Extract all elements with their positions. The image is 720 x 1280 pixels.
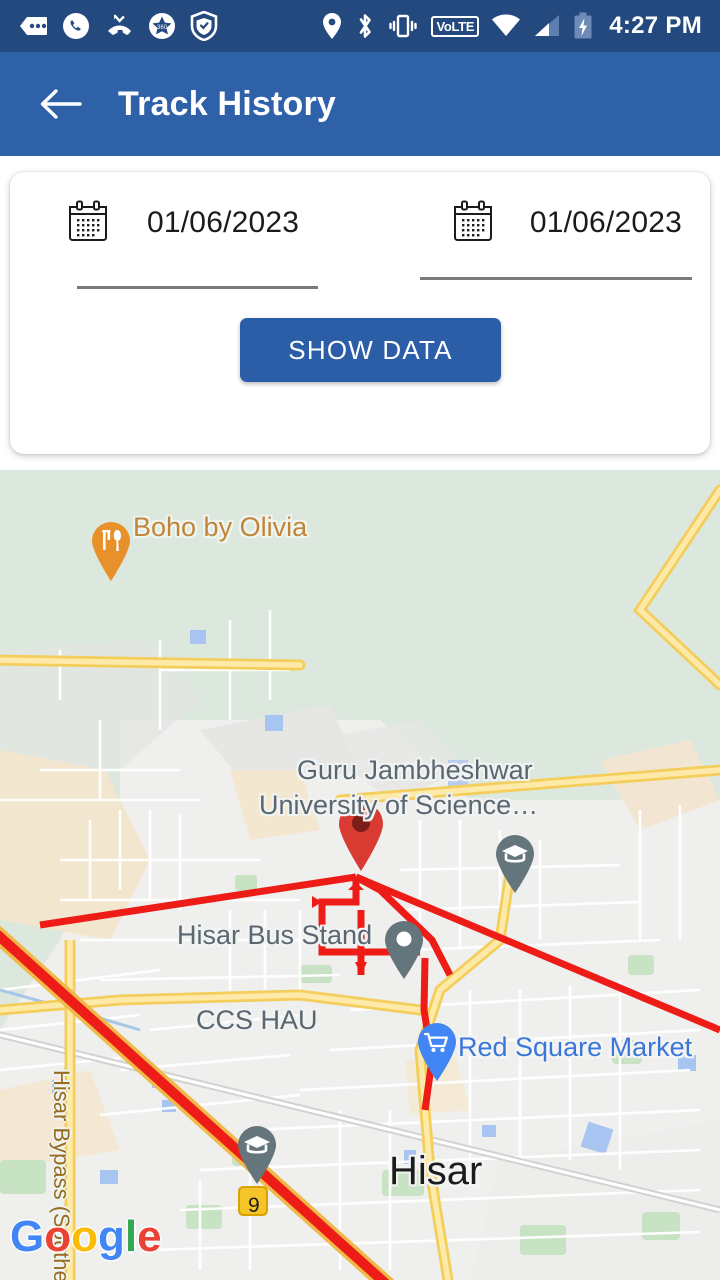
vibrate-icon	[389, 14, 418, 38]
status-bar-clock: 4:27 PM	[609, 12, 702, 39]
wifi-icon	[492, 14, 521, 36]
highway-shield-9: 9	[238, 1186, 268, 1217]
battery-charging-icon	[574, 12, 592, 39]
app-bar: Track History	[0, 52, 720, 156]
marker-university-east[interactable]	[493, 834, 537, 894]
calendar-icon[interactable]	[452, 200, 494, 246]
map-canvas[interactable]: 9	[0, 470, 720, 1280]
shield-icon	[190, 11, 218, 41]
to-date-field[interactable]: 01/06/2023	[410, 200, 682, 246]
svg-text:360: 360	[157, 25, 168, 31]
star-badge-icon: 360	[149, 13, 175, 39]
marker-university-ccs[interactable]	[235, 1125, 279, 1185]
phone-call-icon	[63, 13, 89, 39]
marker-current-location[interactable]	[335, 800, 387, 872]
cellular-signal-icon	[535, 15, 560, 36]
date-inputs-row: 01/06/2023 01/06/2023	[10, 172, 710, 302]
message-icon	[20, 17, 47, 35]
back-button[interactable]	[24, 68, 96, 140]
date-filter-card: 01/06/2023 01/06/2023 SHOW DATA	[10, 172, 710, 454]
svg-text:9: 9	[248, 1194, 260, 1217]
show-data-button[interactable]: SHOW DATA	[240, 318, 501, 382]
volte-icon: VoLTE	[431, 15, 480, 37]
marker-bus-stop[interactable]	[382, 920, 426, 980]
from-date-value[interactable]: 01/06/2023	[147, 206, 299, 240]
from-date-field[interactable]: 01/06/2023	[67, 200, 309, 246]
bluetooth-icon	[360, 14, 372, 38]
marker-market[interactable]	[415, 1022, 459, 1082]
to-date-underline	[420, 277, 692, 280]
calendar-icon[interactable]	[67, 200, 109, 246]
volte-label: VoLTE	[436, 18, 475, 34]
back-arrow-icon	[40, 89, 82, 119]
status-bar: 360 VoLTE 4:27 PM	[0, 0, 720, 52]
status-bar-system: VoLTE 4:27 PM	[321, 12, 708, 40]
map-view[interactable]: 9 Boho by Olivia Guru Jambheshwar Univer…	[0, 470, 720, 1280]
track-history-screen: 360 VoLTE 4:27 PM Track History 01/06/20…	[0, 0, 720, 1280]
to-date-value[interactable]: 01/06/2023	[530, 206, 682, 240]
location-pin-icon	[323, 13, 342, 39]
from-date-underline	[77, 286, 318, 289]
missed-call-icon	[108, 14, 131, 35]
page-title: Track History	[118, 84, 337, 123]
status-bar-notifications: 360	[12, 11, 218, 41]
marker-restaurant-boho[interactable]	[88, 520, 134, 582]
